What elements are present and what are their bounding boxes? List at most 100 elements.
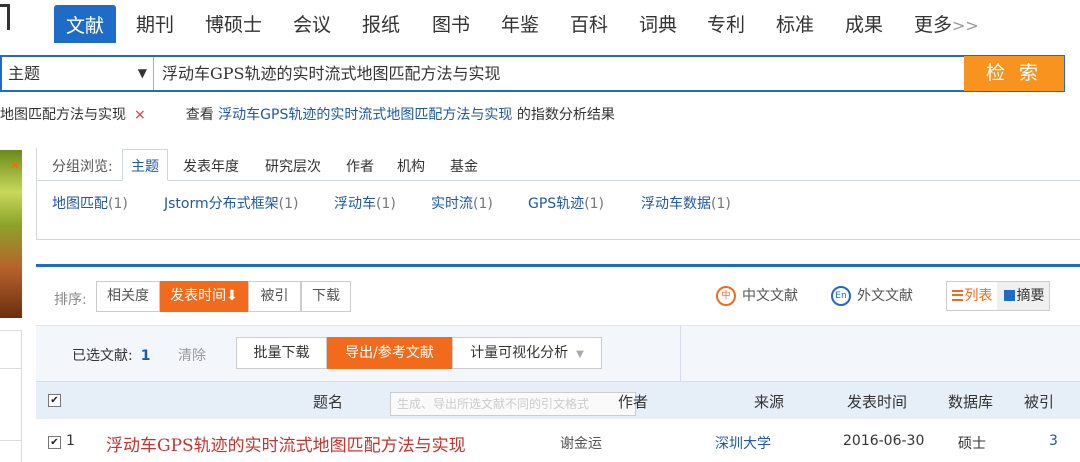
row-source-link[interactable]: 深圳大学 (715, 433, 771, 453)
group-item[interactable]: 实时流(1) (431, 193, 493, 213)
group-item[interactable]: GPS轨迹(1) (528, 193, 604, 213)
dropdown-arrow-icon: ▼ (576, 349, 584, 360)
sort-relevance-button[interactable]: 相关度 (96, 281, 160, 312)
selection-bar: 已选文献: 1 清除 批量下载 导出/参考文献 计量可视化分析 ▼ (36, 325, 1080, 382)
chinese-lang-icon: 中 (716, 286, 736, 306)
tab-newspapers[interactable]: 报纸 (362, 10, 400, 37)
side-panel (0, 330, 22, 462)
tab-achievements[interactable]: 成果 (845, 10, 883, 37)
group-tab-year[interactable]: 发表年度 (183, 156, 239, 176)
dropdown-arrow-icon: ▼ (137, 66, 147, 80)
row-database: 硕士 (958, 436, 986, 452)
search-field-select[interactable]: 主题 ▼ (2, 57, 154, 90)
index-analysis-link[interactable]: 浮动车GPS轨迹的实时流式地图匹配方法与实现 (218, 107, 512, 123)
select-all-checkbox[interactable]: ✔ (48, 394, 61, 407)
list-icon (951, 290, 963, 301)
search-summary-line: 地图匹配方法与实现 × 查看 浮动车GPS轨迹的实时流式地图匹配方法与实现 的指数分… (0, 104, 615, 124)
tab-more-label: 更多 (914, 14, 953, 36)
index-prefix: 查看 (185, 107, 214, 123)
group-item-name: 浮动车 (334, 196, 376, 212)
sort-bar: 排序: 相关度 发表时间⬇ 被引 下载 中中文文献 En 外文文献 列表 摘要 (36, 267, 1080, 325)
foreign-literature-label: 外文文献 (857, 288, 913, 304)
sort-date-button[interactable]: 发表时间⬇ (160, 281, 248, 312)
group-tab-institution[interactable]: 机构 (397, 156, 425, 176)
tab-conferences[interactable]: 会议 (293, 10, 331, 37)
tab-journals[interactable]: 期刊 (136, 10, 174, 37)
banner-mark-icon: × (10, 158, 21, 172)
tab-yearbooks[interactable]: 年鉴 (501, 10, 539, 37)
abstract-view-button[interactable]: 摘要 (999, 282, 1049, 310)
chinese-literature-label: 中文文献 (742, 288, 798, 304)
group-item-name: 实时流 (431, 196, 473, 212)
double-chevron-right-icon: >> (952, 16, 979, 35)
header-cited[interactable]: 被引 (1024, 391, 1054, 412)
sort-cited-button[interactable]: 被引 (248, 281, 301, 312)
list-view-button[interactable]: 列表 (947, 282, 997, 310)
tab-more[interactable]: 更多>> (914, 10, 979, 37)
foreign-literature-filter[interactable]: En 外文文献 (831, 285, 913, 306)
table-row: ✔ 1 浮动车GPS轨迹的实时流式地图匹配方法与实现 谢金运 深圳大学 2016… (36, 419, 1080, 462)
group-tab-author[interactable]: 作者 (346, 156, 374, 176)
group-tab-level[interactable]: 研究层次 (265, 156, 321, 176)
group-item-count: (1) (711, 196, 731, 212)
group-item[interactable]: 浮动车(1) (334, 193, 396, 213)
group-item-name: 浮动车数据 (641, 196, 711, 212)
tab-books[interactable]: 图书 (432, 10, 470, 37)
tab-literature[interactable]: 文献 (54, 5, 117, 43)
group-item[interactable]: Jstorm分布式框架(1) (164, 193, 298, 213)
tab-theses[interactable]: 博硕士 (205, 10, 262, 37)
sort-label: 排序: (54, 292, 87, 308)
group-browse: 分组浏览: 主题 发表年度 研究层次 作者 机构 基金 地图匹配(1) Jsto… (36, 148, 1080, 240)
row-author-link[interactable]: 谢金运 (560, 433, 602, 453)
chinese-literature-filter[interactable]: 中中文文献 (716, 285, 798, 306)
remove-crumb-icon[interactable]: × (134, 107, 146, 123)
search-button[interactable]: 检 索 (964, 56, 1064, 91)
row-checkbox[interactable]: ✔ (48, 436, 61, 449)
tab-encyclopedia[interactable]: 百科 (570, 10, 608, 37)
group-tab-topic[interactable]: 主题 (122, 149, 168, 181)
batch-download-button[interactable]: 批量下载 (236, 337, 327, 369)
logo-fragment (0, 4, 10, 30)
selection-divider (680, 326, 681, 382)
header-date[interactable]: 发表时间 (847, 391, 907, 412)
group-item-name: GPS轨迹 (528, 196, 585, 212)
group-item-count: (1) (584, 196, 605, 212)
side-banner-image[interactable]: × (0, 150, 22, 318)
group-tab-fund[interactable]: 基金 (450, 156, 478, 176)
tab-dictionary[interactable]: 词典 (639, 10, 677, 37)
row-cited-link[interactable]: 3 (1049, 433, 1058, 449)
clear-selection-link[interactable]: 清除 (178, 345, 206, 365)
tab-patents[interactable]: 专利 (707, 10, 745, 37)
group-item-name: Jstorm分布式框架 (164, 196, 279, 212)
row-date: 2016-06-30 (843, 433, 925, 449)
search-crumb: 地图匹配方法与实现 (0, 107, 126, 123)
results-panel: 排序: 相关度 发表时间⬇ 被引 下载 中中文文献 En 外文文献 列表 摘要 已… (36, 264, 1080, 462)
header-database: 数据库 (948, 393, 994, 411)
header-source: 来源 (754, 393, 785, 411)
header-title[interactable]: 题名 (313, 391, 343, 412)
sort-download-button[interactable]: 下载 (301, 281, 351, 312)
english-lang-icon: En (831, 286, 851, 306)
header-author: 作者 (618, 393, 649, 411)
view-switch: 列表 摘要 (946, 281, 1050, 311)
group-item-count: (1) (473, 196, 493, 212)
search-input[interactable]: 浮动车GPS轨迹的实时流式地图匹配方法与实现 (162, 57, 501, 90)
side-divider (0, 368, 22, 369)
arrow-down-icon: ⬇ (226, 288, 238, 304)
sort-date-label: 发表时间 (170, 288, 227, 304)
export-tooltip: 生成、导出所选文献不同的引文格式 (390, 392, 636, 416)
side-divider (0, 330, 22, 331)
group-item[interactable]: 地图匹配(1) (52, 193, 128, 213)
group-tab-line (37, 180, 1080, 181)
row-number: 1 (66, 433, 75, 449)
export-references-button[interactable]: 导出/参考文献 (327, 337, 452, 369)
group-browse-label: 分组浏览: (52, 159, 113, 175)
tab-standards[interactable]: 标准 (776, 10, 814, 37)
row-title-link[interactable]: 浮动车GPS轨迹的实时流式地图匹配方法与实现 (106, 431, 466, 456)
group-item[interactable]: 浮动车数据(1) (641, 193, 731, 213)
visual-analysis-dropdown[interactable]: 计量可视化分析 ▼ (452, 337, 602, 369)
group-item-count: (1) (108, 196, 128, 212)
side-divider (0, 440, 22, 441)
selected-label-text: 已选文献: (72, 348, 133, 364)
list-view-label: 列表 (964, 288, 993, 304)
